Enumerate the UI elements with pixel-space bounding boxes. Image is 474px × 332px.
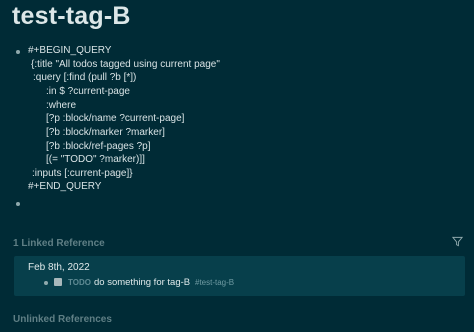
tag-link[interactable]: #test-tag-B [195, 278, 234, 287]
code-line: [?b :block/marker ?marker] [46, 127, 165, 138]
code-line: :inputs [:current-page]} [32, 168, 133, 179]
code-line: [(= "TODO" ?marker)]] [46, 154, 145, 165]
code-line: :query [:find (pull ?b [*]) [33, 72, 137, 83]
code-line: [?b :block/ref-pages ?p] [46, 141, 151, 152]
code-line: :where [46, 100, 77, 111]
code-line: {:title "All todos tagged using current … [31, 59, 220, 70]
todo-text[interactable]: do something for tag-B [94, 277, 190, 288]
code-line: #+BEGIN_QUERY [28, 45, 112, 56]
empty-block-bullet[interactable] [16, 202, 20, 206]
linked-references-header[interactable]: 1 Linked Reference [13, 238, 105, 249]
todo-marker[interactable]: TODO [68, 278, 91, 287]
code-line: :in $ ?current-page [46, 86, 130, 97]
code-line: #+END_QUERY [28, 181, 102, 192]
page-title[interactable]: test-tag-B [12, 2, 131, 31]
filter-icon[interactable] [452, 236, 463, 247]
unlinked-references-header[interactable]: Unlinked References [13, 314, 112, 325]
reference-todo-block[interactable]: TODO do something for tag-B #test-tag-B [42, 277, 462, 289]
todo-checkbox[interactable] [54, 278, 62, 286]
block-bullet[interactable] [16, 50, 20, 54]
linked-reference-card: Feb 8th, 2022 TODO do something for tag-… [14, 256, 465, 296]
todo-bullet[interactable] [44, 281, 48, 285]
reference-date-link[interactable]: Feb 8th, 2022 [28, 262, 90, 273]
code-line: [?p :block/name ?current-page] [46, 113, 185, 124]
